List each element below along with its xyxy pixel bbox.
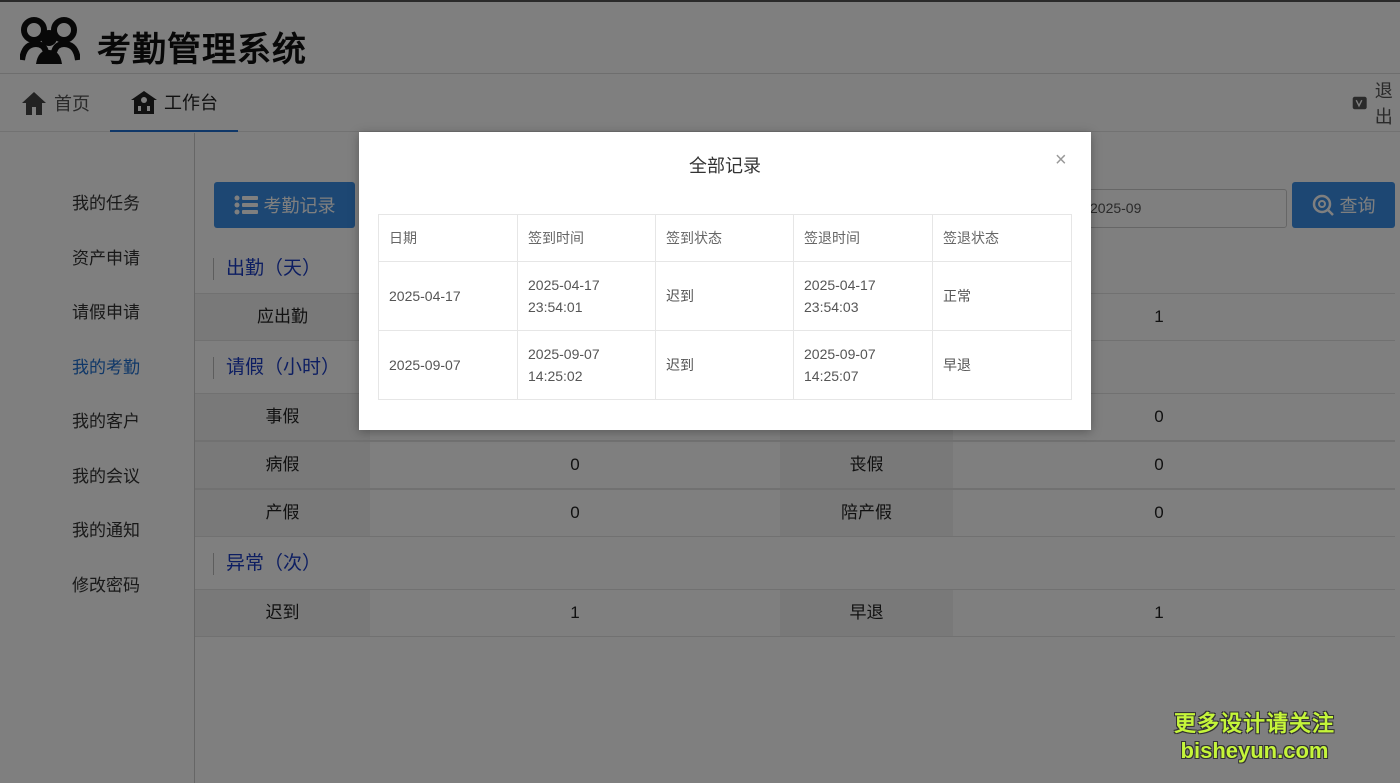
cell-signout-time: 2025-09-07 14:25:07	[793, 330, 933, 400]
cell-signin-status: 迟到	[655, 261, 794, 331]
cell-signin-time: 2025-04-17 23:54:01	[517, 261, 656, 331]
cell-signin-time: 2025-09-07 14:25:02	[517, 330, 656, 400]
watermark-line2: bisheyun.com	[1180, 738, 1329, 763]
col-header-signout-time: 签退时间	[793, 214, 933, 262]
cell-date: 2025-09-07	[378, 330, 518, 400]
col-header-signin-status: 签到状态	[655, 214, 794, 262]
close-icon[interactable]: ×	[1055, 150, 1067, 170]
cell-signin-status: 迟到	[655, 330, 794, 400]
records-table: 日期 签到时间 签到状态 签退时间 签退状态 2025-04-17 2025-0…	[378, 214, 1072, 400]
records-modal: 全部记录 × 日期 签到时间 签到状态 签退时间 签退状态 2025-04-17…	[359, 132, 1091, 430]
modal-title: 全部记录	[689, 156, 761, 176]
table-row: 2025-09-07 2025-09-07 14:25:02 迟到 2025-0…	[378, 330, 1072, 400]
cell-signout-status: 早退	[932, 330, 1072, 400]
cell-signout-status: 正常	[932, 261, 1072, 331]
watermark: 更多设计请关注 bisheyun.com	[1174, 706, 1335, 764]
table-row: 2025-04-17 2025-04-17 23:54:01 迟到 2025-0…	[378, 261, 1072, 331]
cell-signout-time: 2025-04-17 23:54:03	[793, 261, 933, 331]
col-header-signout-status: 签退状态	[932, 214, 1072, 262]
col-header-date: 日期	[378, 214, 518, 262]
table-header-row: 日期 签到时间 签到状态 签退时间 签退状态	[378, 214, 1072, 262]
cell-date: 2025-04-17	[378, 261, 518, 331]
watermark-line1: 更多设计请关注	[1174, 711, 1336, 736]
col-header-signin-time: 签到时间	[517, 214, 656, 262]
